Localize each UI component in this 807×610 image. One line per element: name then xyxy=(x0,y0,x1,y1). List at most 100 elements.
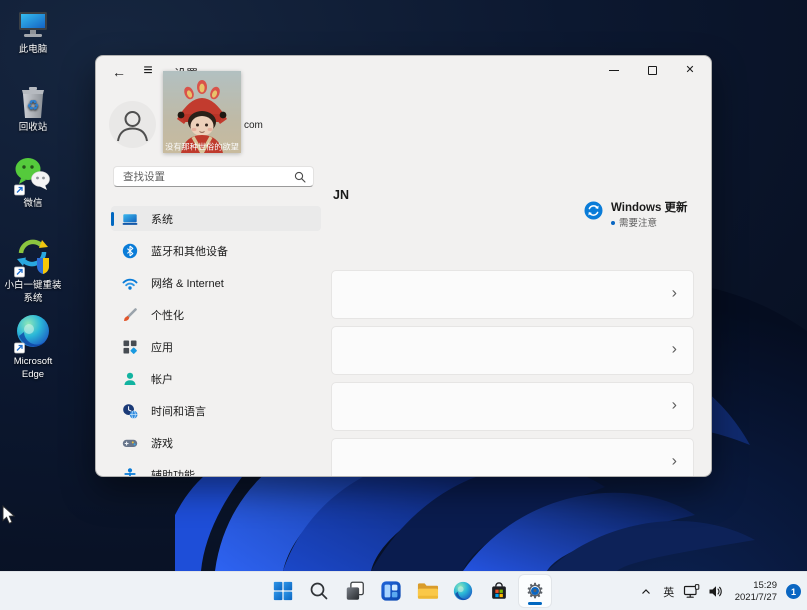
bluetooth-icon xyxy=(122,243,138,259)
volume-icon[interactable] xyxy=(707,583,725,601)
nav-label: 时间和语言 xyxy=(151,403,206,419)
notification-badge[interactable]: 1 xyxy=(786,584,801,599)
input-language-indicator[interactable]: 英 xyxy=(661,584,677,600)
mouse-cursor xyxy=(2,505,16,525)
status-dot-icon xyxy=(611,221,615,225)
desktop-icon-xiaobai[interactable]: 小白一键重装 系统 xyxy=(0,236,66,305)
desktop-icon-label: Microsoft xyxy=(0,356,66,369)
windows-update-icon xyxy=(584,201,603,225)
account-person-icon xyxy=(122,371,138,387)
tray-expand-button[interactable] xyxy=(637,583,655,601)
nav-item-accounts[interactable]: 帐户 xyxy=(111,366,321,391)
chevron-up-icon xyxy=(639,585,653,599)
search-icon xyxy=(294,171,306,183)
desktop-icon-recycle-bin[interactable]: ♻ 回收站 xyxy=(0,84,66,135)
tray-date: 2021/7/27 xyxy=(735,592,777,603)
nav-item-gaming[interactable]: 游戏 xyxy=(111,430,321,455)
menu-icon[interactable]: ≡ xyxy=(138,61,158,81)
settings-search xyxy=(113,166,314,187)
system-icon xyxy=(122,211,138,227)
xiaobai-reinstall-icon xyxy=(14,236,52,278)
taskbar: ⚙ 英 xyxy=(0,571,807,610)
minimize-button[interactable] xyxy=(595,56,633,85)
taskbar-search-icon xyxy=(308,580,330,602)
chevron-right-icon: › xyxy=(672,452,677,470)
nav-item-personalization[interactable]: 个性化 xyxy=(111,302,321,327)
store-button[interactable] xyxy=(483,575,515,607)
nav-label: 游戏 xyxy=(151,435,173,451)
store-icon xyxy=(488,580,510,602)
clock-globe-icon xyxy=(122,403,138,419)
maximize-button[interactable] xyxy=(633,56,671,85)
settings-card[interactable]: › xyxy=(331,382,694,431)
this-pc-icon xyxy=(16,10,50,42)
edge-icon xyxy=(452,580,474,602)
meme-caption: 没有那种世俗的欲望 xyxy=(165,142,239,152)
clock[interactable]: 15:29 2021/7/27 xyxy=(735,580,777,603)
close-icon: ✕ xyxy=(685,65,694,76)
desktop-icon-edge[interactable]: Microsoft Edge xyxy=(0,314,66,381)
chevron-right-icon: › xyxy=(672,340,677,358)
search-input[interactable] xyxy=(114,171,294,183)
settings-window: ← ≡ 设置 ✕ xyxy=(95,55,712,477)
nav-item-bluetooth-devices[interactable]: 蓝牙和其他设备 xyxy=(111,238,321,263)
nav-label: 应用 xyxy=(151,339,173,355)
desktop-icon-label: Edge xyxy=(0,369,66,382)
desktop-icon-label: 系统 xyxy=(0,293,66,306)
tray-time: 15:29 xyxy=(753,580,777,591)
file-explorer-button[interactable] xyxy=(411,575,443,607)
desktop-icon-wechat[interactable]: 微信 xyxy=(0,156,66,211)
file-explorer-icon xyxy=(416,580,439,602)
nav-label: 帐户 xyxy=(151,371,173,387)
nav-label: 系统 xyxy=(151,211,173,227)
maximize-icon xyxy=(648,66,657,75)
desktop-icon-label: 回收站 xyxy=(0,122,66,135)
chevron-right-icon: › xyxy=(672,396,677,414)
desktop-icon-label: 小白一键重装 xyxy=(0,280,66,293)
desktop-icon-this-pc[interactable]: 此电脑 xyxy=(0,10,66,57)
account-email-fragment: com xyxy=(244,120,263,131)
desktop: 此电脑 ♻ 回收站 微信 xyxy=(0,0,807,610)
wechat-icon xyxy=(14,156,52,196)
nav-label: 蓝牙和其他设备 xyxy=(151,243,228,259)
gamepad-icon xyxy=(122,435,138,451)
recycle-glyph: ♻ xyxy=(27,97,40,113)
widgets-button[interactable] xyxy=(375,575,407,607)
settings-button[interactable]: ⚙ xyxy=(519,575,551,607)
start-button[interactable] xyxy=(267,575,299,607)
nav-item-accessibility[interactable]: 辅助功能 xyxy=(111,462,321,477)
settings-card[interactable]: › xyxy=(331,326,694,375)
settings-nav: 系统 蓝牙和其他设备 xyxy=(111,206,321,477)
apps-icon xyxy=(122,339,138,355)
nav-item-system[interactable]: 系统 xyxy=(111,206,321,231)
device-name-fragment: JN xyxy=(333,188,349,202)
edge-button[interactable] xyxy=(447,575,479,607)
nav-item-time-language[interactable]: 时间和语言 xyxy=(111,398,321,423)
chevron-right-icon: › xyxy=(672,284,677,302)
task-view-button[interactable] xyxy=(339,575,371,607)
nav-label: 个性化 xyxy=(151,307,184,323)
gear-icon: ⚙ xyxy=(526,581,545,602)
start-icon xyxy=(272,580,294,602)
windows-update-title: Windows 更新 xyxy=(611,199,688,215)
system-tray: 英 15:29 2021/7/27 1 xyxy=(637,572,801,610)
back-icon[interactable]: ← xyxy=(109,62,129,82)
taskbar-search-button[interactable] xyxy=(303,575,335,607)
settings-card[interactable]: › xyxy=(331,270,694,319)
person-icon xyxy=(109,101,156,148)
nav-item-network-internet[interactable]: 网络 & Internet xyxy=(111,270,321,295)
taskbar-buttons: ⚙ xyxy=(267,575,551,607)
close-button[interactable]: ✕ xyxy=(671,56,709,85)
edge-desktop-icon xyxy=(14,314,52,354)
minimize-icon xyxy=(609,70,619,71)
network-icon[interactable] xyxy=(683,583,701,601)
avatar[interactable] xyxy=(109,101,156,148)
accessibility-icon xyxy=(122,467,138,478)
wifi-icon xyxy=(122,275,138,291)
nav-item-apps[interactable]: 应用 xyxy=(111,334,321,359)
desktop-icon-label: 此电脑 xyxy=(0,44,66,57)
settings-card[interactable]: › xyxy=(331,438,694,477)
account-picture: 没有那种世俗的欲望 xyxy=(163,71,241,153)
windows-update-status: 需要注意 xyxy=(611,215,657,229)
widgets-icon xyxy=(380,580,402,602)
